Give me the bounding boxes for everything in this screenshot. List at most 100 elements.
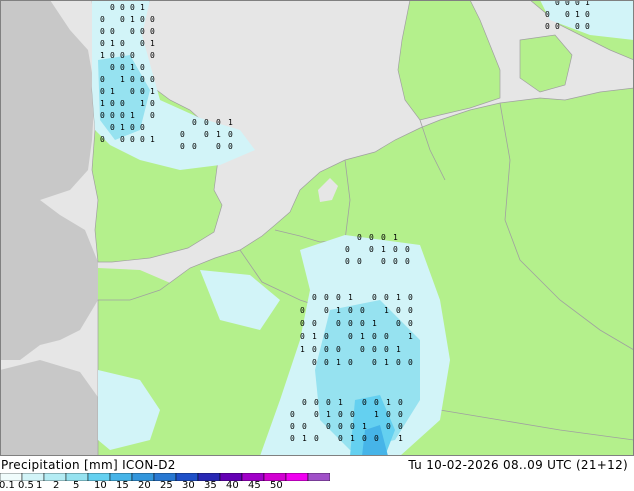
grid-point-marker: 1 xyxy=(585,0,590,7)
grid-point-marker: 0 xyxy=(350,410,355,419)
grid-point-marker: 0 xyxy=(398,398,403,407)
colorbar-segment xyxy=(285,473,309,481)
grid-point-marker: 1 xyxy=(110,39,115,48)
grid-point-marker: 0 xyxy=(357,257,362,266)
grid-point-marker: 0 xyxy=(140,75,145,84)
grid-point-marker: 1 xyxy=(120,75,125,84)
grid-point-marker: 0 xyxy=(110,3,115,12)
grid-point-marker: 0 xyxy=(120,15,125,24)
grid-point-marker: 0 xyxy=(290,422,295,431)
grid-point-marker: 0 xyxy=(408,358,413,367)
grid-point-marker: 1 xyxy=(360,332,365,341)
grid-point-marker: 0 xyxy=(324,345,329,354)
grid-point-marker: 1 xyxy=(326,410,331,419)
grid-point-marker: 1 xyxy=(396,345,401,354)
grid-point-marker: 0 xyxy=(110,51,115,60)
grid-point-marker: 0 xyxy=(324,293,329,302)
grid-point-marker: 0 xyxy=(396,319,401,328)
grid-point-marker: 1 xyxy=(216,130,221,139)
grid-point-marker: 0 xyxy=(130,3,135,12)
grid-point-marker: 0 xyxy=(348,358,353,367)
grid-point-marker: 0 xyxy=(372,358,377,367)
colorbar-tick-label: 45 xyxy=(248,480,261,491)
grid-point-marker: 0 xyxy=(357,233,362,242)
grid-point-marker: 1 xyxy=(312,332,317,341)
grid-point-marker: 0 xyxy=(575,0,580,7)
grid-point-marker: 0 xyxy=(140,123,145,132)
grid-point-marker: 0 xyxy=(405,257,410,266)
colorbar-tick-label: 5 xyxy=(73,480,80,491)
grid-point-marker: 1 xyxy=(336,306,341,315)
grid-point-marker: 0 xyxy=(585,10,590,19)
grid-point-marker: 0 xyxy=(100,111,105,120)
grid-point-marker: 0 xyxy=(345,257,350,266)
grid-point-marker: 0 xyxy=(180,130,185,139)
grid-point-marker: 0 xyxy=(338,434,343,443)
grid-point-marker: 1 xyxy=(130,15,135,24)
colorbar-tick-label: 35 xyxy=(204,480,217,491)
grid-point-marker: 0 xyxy=(545,22,550,31)
grid-point-marker: 0 xyxy=(336,293,341,302)
grid-point-marker: 0 xyxy=(140,39,145,48)
grid-point-marker: 1 xyxy=(140,99,145,108)
grid-point-marker: 1 xyxy=(110,87,115,96)
grid-point-marker: 0 xyxy=(336,319,341,328)
grid-point-marker: 0 xyxy=(216,142,221,151)
grid-point-marker: 0 xyxy=(381,233,386,242)
grid-point-marker: 0 xyxy=(565,10,570,19)
grid-point-marker: 0 xyxy=(350,422,355,431)
grid-point-marker: 1 xyxy=(120,123,125,132)
grid-point-marker: 0 xyxy=(393,245,398,254)
grid-point-marker: 1 xyxy=(130,63,135,72)
colorbar-tick-label: 0.5 xyxy=(18,480,34,491)
grid-point-marker: 0 xyxy=(374,398,379,407)
grid-point-marker: 0 xyxy=(372,345,377,354)
grid-point-marker: 0 xyxy=(110,123,115,132)
grid-point-marker: 0 xyxy=(326,398,331,407)
grid-point-marker: 0 xyxy=(585,22,590,31)
grid-point-marker: 0 xyxy=(150,111,155,120)
grid-point-marker: 0 xyxy=(300,319,305,328)
grid-point-marker: 0 xyxy=(110,99,115,108)
grid-point-marker: 0 xyxy=(362,398,367,407)
grid-point-marker: 0 xyxy=(150,51,155,60)
grid-point-marker: 1 xyxy=(396,293,401,302)
grid-point-marker: 0 xyxy=(345,245,350,254)
grid-point-marker: 1 xyxy=(338,398,343,407)
grid-point-marker: 0 xyxy=(396,306,401,315)
colorbar-segment xyxy=(307,473,330,481)
grid-point-marker: 0 xyxy=(120,99,125,108)
grid-point-marker: 0 xyxy=(324,306,329,315)
grid-point-marker: 0 xyxy=(386,410,391,419)
grid-point-marker: 0 xyxy=(130,135,135,144)
colorbar-tick-label: 10 xyxy=(94,480,107,491)
grid-point-marker: 0 xyxy=(384,293,389,302)
grid-point-marker: 0 xyxy=(338,422,343,431)
grid-point-marker: 0 xyxy=(120,39,125,48)
grid-point-marker: 0 xyxy=(326,422,331,431)
grid-point-marker: 0 xyxy=(398,410,403,419)
grid-point-marker: 1 xyxy=(302,434,307,443)
grid-point-marker: 0 xyxy=(348,319,353,328)
grid-point-marker: 0 xyxy=(360,319,365,328)
grid-point-marker: 0 xyxy=(140,135,145,144)
grid-point-marker: 0 xyxy=(130,51,135,60)
grid-point-marker: 0 xyxy=(381,257,386,266)
grid-point-marker: 0 xyxy=(386,422,391,431)
precipitation-map: 0 0 0 10 0 1 0 00 0 0 0 00 1 0 0 11 0 0 0 00 0 1 00 1 0 0 00 1 0 0 11 0… xyxy=(0,0,634,456)
grid-point-marker: 0 xyxy=(336,345,341,354)
footer: Precipitation [mm] ICON-D2 Tu 10-02-2026… xyxy=(0,456,634,491)
grid-point-marker: 1 xyxy=(100,51,105,60)
grid-point-marker: 1 xyxy=(350,434,355,443)
grid-point-marker: 1 xyxy=(100,99,105,108)
grid-point-marker: 0 xyxy=(290,434,295,443)
grid-point-marker: 0 xyxy=(150,15,155,24)
grid-point-marker: 0 xyxy=(100,75,105,84)
grid-point-marker: 0 xyxy=(312,345,317,354)
grid-point-marker: 0 xyxy=(565,0,570,7)
grid-point-marker: 0 xyxy=(362,434,367,443)
grid-point-marker: 1 xyxy=(398,434,403,443)
grid-point-marker: 0 xyxy=(314,410,319,419)
grid-point-marker: 0 xyxy=(398,422,403,431)
grid-point-marker: 0 xyxy=(302,398,307,407)
